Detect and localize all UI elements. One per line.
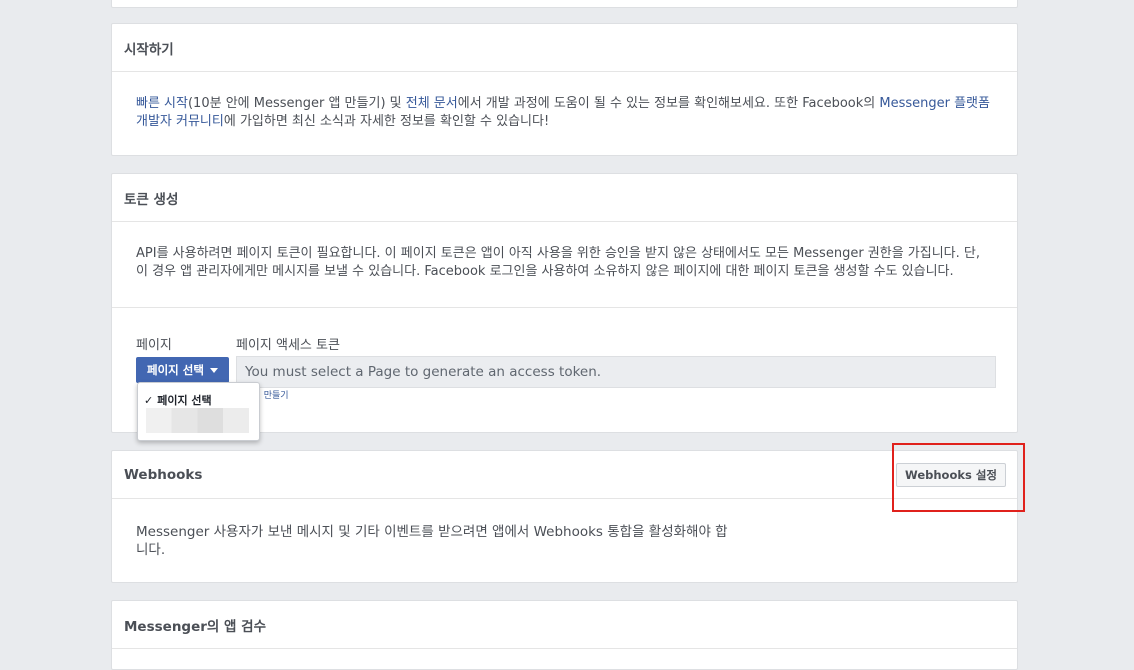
token-description-line-2: 이 경우 앱 관리자에게만 메시지를 보낼 수 있습니다. Facebook 로… xyxy=(136,264,954,279)
select-page-button-label: 페이지 선택 xyxy=(147,363,204,377)
dropdown-option-redacted[interactable] xyxy=(146,408,249,433)
chevron-down-icon xyxy=(209,367,218,373)
access-token-placeholder: You must select a Page to generate an ac… xyxy=(245,364,602,380)
webhooks-description-line-1: Messenger 사용자가 보낸 메시지 및 기타 이벤트를 받으려면 앱에서… xyxy=(136,524,728,540)
app-review-card: Messenger의 앱 검수 xyxy=(111,600,1018,670)
getting-started-card: 시작하기 빠른 시작(10분 안에 Messenger 앱 만들기) 및 전체 … xyxy=(111,23,1018,156)
getting-started-text-3: 에 가입하면 최신 소식과 자세한 정보를 확인할 수 있습니다! xyxy=(223,114,550,129)
access-token-field[interactable]: You must select a Page to generate an ac… xyxy=(236,356,996,388)
docs-link[interactable]: 전체 문서 xyxy=(406,96,458,111)
select-page-button[interactable]: 페이지 선택 xyxy=(136,357,229,383)
app-review-title: Messenger의 앱 검수 xyxy=(112,601,1017,649)
webhooks-card: Webhooks Webhooks 설정 Messenger 사용자가 보낸 메… xyxy=(111,450,1018,583)
getting-started-text-2: 에서 개발 과정에 도움이 될 수 있는 정보를 확인해보세요. 또한 Face… xyxy=(457,96,880,111)
webhooks-description: Messenger 사용자가 보낸 메시지 및 기타 이벤트를 받으려면 앱에서… xyxy=(112,499,1017,559)
getting-started-text: 빠른 시작(10분 안에 Messenger 앱 만들기) 및 전체 문서에서 … xyxy=(112,72,1017,131)
highlight-box xyxy=(892,443,1025,512)
token-description: API를 사용하려면 페이지 토큰이 필요합니다. 이 페이지 토큰은 앱이 아… xyxy=(112,222,1017,307)
quickstart-link[interactable]: 빠른 시작 xyxy=(136,96,188,111)
webhooks-description-line-2: 니다. xyxy=(136,542,166,558)
token-title: 토큰 생성 xyxy=(112,174,1017,222)
getting-started-text-1: (10분 안에 Messenger 앱 만들기) 및 xyxy=(187,96,406,111)
webhooks-header: Webhooks Webhooks 설정 xyxy=(112,451,1017,499)
webhooks-title: Webhooks xyxy=(124,466,203,483)
page-label: 페이지 xyxy=(136,338,172,353)
dropdown-option-label: 페이지 선택 xyxy=(157,394,212,407)
top-card-remnant xyxy=(111,0,1018,8)
access-token-label: 페이지 액세스 토큰 xyxy=(236,338,340,353)
community-link-part-1[interactable]: Messenger 플랫폼 xyxy=(879,96,990,111)
page-select-dropdown: ✓ 페이지 선택 xyxy=(137,382,260,441)
community-link-part-2[interactable]: 개발자 커뮤니티 xyxy=(136,114,224,129)
token-description-line-1: API를 사용하려면 페이지 토큰이 필요합니다. 이 페이지 토큰은 앱이 아… xyxy=(136,246,981,261)
checkmark-icon: ✓ xyxy=(144,393,154,407)
getting-started-title: 시작하기 xyxy=(112,24,1017,72)
dropdown-option-select-page[interactable]: ✓ 페이지 선택 xyxy=(144,392,212,408)
